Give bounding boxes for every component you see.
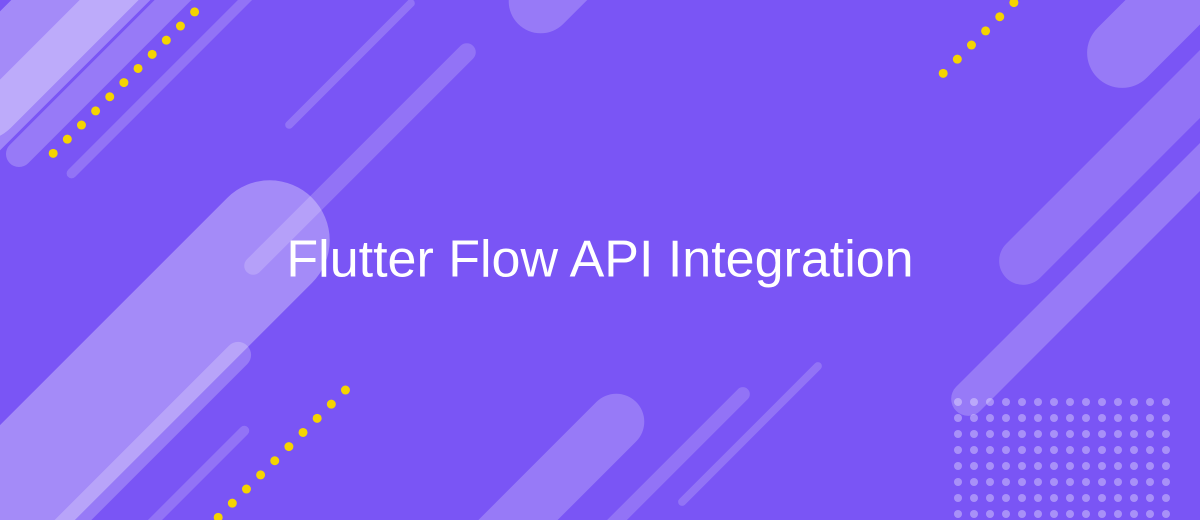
yellow-dots-diagonal <box>937 0 1035 80</box>
dot-grid <box>954 398 1170 520</box>
decorative-stripe <box>495 0 724 47</box>
yellow-dots-diagonal <box>212 384 352 520</box>
hero-banner: Flutter Flow API Integration <box>0 0 1200 520</box>
decorative-stripe <box>0 155 355 520</box>
banner-title: Flutter Flow API Integration <box>250 228 950 293</box>
decorative-stripe <box>404 382 656 520</box>
